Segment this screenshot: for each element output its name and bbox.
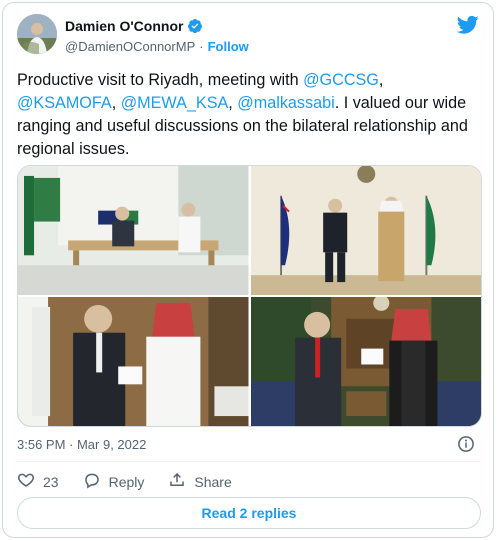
separator-dot: · xyxy=(199,39,204,54)
share-button[interactable]: Share xyxy=(168,471,232,492)
author-handle[interactable]: @DamienOConnorMP xyxy=(65,39,195,54)
follow-button[interactable]: Follow xyxy=(208,39,249,54)
reply-label: Reply xyxy=(108,473,145,490)
tweet-text: Productive visit to Riyadh, meeting with… xyxy=(17,69,479,161)
mention-link-mewa-ksa[interactable]: @MEWA_KSA xyxy=(121,94,229,112)
photo-signing-table[interactable] xyxy=(18,166,249,295)
tweet-text-segment: , xyxy=(111,94,121,112)
like-count: 23 xyxy=(43,473,59,490)
reply-button[interactable]: Reply xyxy=(83,471,145,492)
like-button[interactable]: 23 xyxy=(17,471,59,492)
reply-bubble-icon xyxy=(83,471,101,492)
tweet-card: Damien O'Connor @DamienOConnorMP · Follo… xyxy=(2,2,494,538)
photo-flags-portrait[interactable] xyxy=(250,166,481,295)
share-label: Share xyxy=(194,473,232,490)
mention-link-malkassabi[interactable]: @malkassabi xyxy=(237,94,334,112)
tweet-text-segment: Productive visit to Riyadh, meeting with xyxy=(17,71,304,89)
tweet-text-segment: , xyxy=(228,94,238,112)
info-icon[interactable] xyxy=(457,435,475,453)
photo-gift-exchange[interactable] xyxy=(18,297,249,426)
tweet-timestamp[interactable]: 3:56 PM · Mar 9, 2022 xyxy=(17,437,146,452)
mention-link-ksamofa[interactable]: @KSAMOFA xyxy=(17,94,112,112)
read-replies-button[interactable]: Read 2 replies xyxy=(17,497,481,529)
share-icon xyxy=(168,471,186,492)
photo-office-exchange[interactable] xyxy=(250,297,481,426)
action-bar: 23 Reply Share xyxy=(17,471,256,492)
tweet-text-segment: , xyxy=(378,71,384,89)
divider xyxy=(17,461,481,462)
verified-badge-icon xyxy=(187,18,203,34)
photo-grid xyxy=(17,165,482,427)
mention-link-gccsg[interactable]: @GCCSG xyxy=(303,71,379,89)
avatar[interactable] xyxy=(17,14,57,54)
author-display-name[interactable]: Damien O'Connor xyxy=(65,18,183,34)
heart-icon xyxy=(17,471,35,492)
twitter-bird-icon[interactable] xyxy=(456,15,479,35)
